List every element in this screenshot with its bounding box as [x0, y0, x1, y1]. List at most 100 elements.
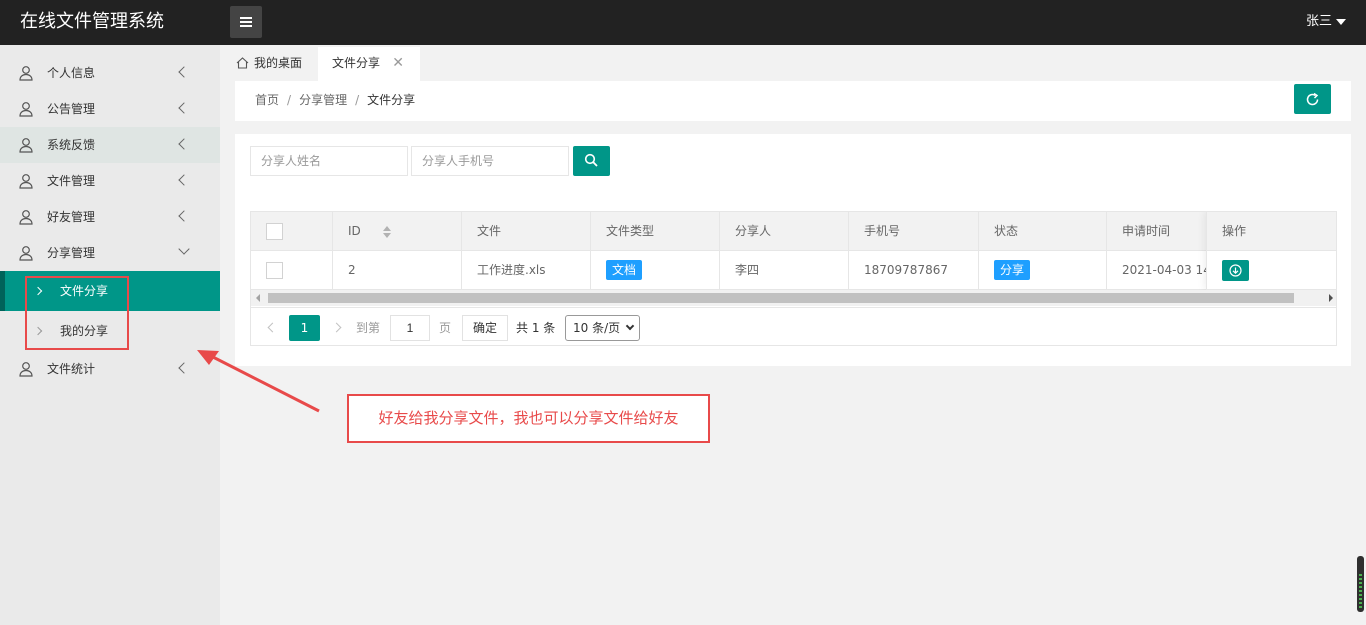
sidebar-item-label: 好友管理 — [47, 210, 96, 224]
user-name: 张三 — [1305, 14, 1332, 29]
sidebar-item-label: 个人信息 — [47, 66, 96, 80]
user-icon — [19, 210, 33, 225]
search-icon — [584, 153, 598, 167]
user-icon — [19, 138, 33, 153]
header-status: 状态 — [979, 212, 1107, 251]
tab-bar: 我的桌面 文件分享 ✕ — [220, 45, 1366, 81]
home-icon — [236, 57, 249, 69]
user-icon — [19, 362, 33, 377]
user-menu[interactable]: 张三 — [1306, 0, 1346, 43]
menu-toggle-button[interactable] — [230, 6, 262, 38]
breadcrumb-current: 文件分享 — [367, 93, 416, 107]
cell-apply-time: 2021-04-03 14:... — [1107, 251, 1217, 290]
close-icon[interactable]: ✕ — [392, 47, 404, 79]
sidebar-item-share-management[interactable]: 分享管理 — [0, 235, 220, 271]
annotation-arrow-icon — [197, 350, 320, 413]
breadcrumb-bar: 首页 / 分享管理 / 文件分享 — [235, 81, 1351, 121]
highlight-box — [25, 276, 129, 350]
header-actions: 操作 — [1207, 212, 1336, 251]
app-title: 在线文件管理系统 — [20, 11, 164, 32]
current-page[interactable]: 1 — [289, 315, 320, 341]
sidebar-item-feedback[interactable]: 系统反馈 — [0, 127, 220, 163]
sidebar-item-personal-info[interactable]: 个人信息 — [0, 55, 220, 91]
download-button[interactable] — [1222, 260, 1249, 281]
scroll-right-icon[interactable] — [1329, 294, 1333, 302]
chevron-down-icon — [178, 243, 190, 255]
search-button[interactable] — [573, 146, 610, 176]
header-apply-time: 申请时间 — [1107, 212, 1217, 251]
header-select-all — [251, 212, 333, 251]
pagination: 1 到第 1 页 确定 共 1 条 10 条/页 — [251, 307, 1336, 345]
vertical-scrollbar[interactable] — [1357, 556, 1364, 612]
sidebar-item-label: 文件管理 — [47, 174, 96, 188]
user-icon — [19, 102, 33, 117]
chevron-left-icon — [178, 138, 190, 150]
scroll-left-icon[interactable] — [256, 294, 260, 302]
breadcrumb-share-management[interactable]: 分享管理 — [299, 93, 347, 107]
tab-label: 文件分享 — [332, 56, 381, 70]
sort-icon[interactable] — [383, 226, 391, 238]
chevron-left-icon — [178, 66, 190, 78]
row-checkbox[interactable] — [266, 262, 283, 279]
select-all-checkbox[interactable] — [266, 223, 283, 240]
header-file-type: 文件类型 — [591, 212, 720, 251]
page-unit-label: 页 — [439, 321, 452, 335]
total-count: 共 1 条 — [516, 321, 556, 335]
goto-page-input[interactable]: 1 — [390, 315, 430, 341]
breadcrumb-separator: / — [355, 93, 360, 107]
horizontal-scrollbar[interactable] — [251, 290, 1336, 306]
cell-actions — [1207, 251, 1336, 290]
header-sharer: 分享人 — [720, 212, 849, 251]
row-select — [251, 251, 333, 290]
refresh-button[interactable] — [1294, 84, 1331, 114]
breadcrumb-home[interactable]: 首页 — [255, 93, 279, 107]
sidebar-item-label: 分享管理 — [47, 246, 96, 260]
prev-page-icon[interactable] — [267, 322, 278, 333]
scrollbar-thumb[interactable] — [268, 293, 1294, 303]
tab-desktop[interactable]: 我的桌面 — [230, 47, 318, 81]
table-header: ID 文件 文件类型 分享人 手机号 状态 申请时间 — [251, 212, 1336, 251]
download-icon — [1229, 264, 1242, 277]
fixed-action-column: 操作 — [1206, 212, 1336, 290]
cell-sharer: 李四 — [720, 251, 849, 290]
table-row: 2 工作进度.xls 文档 李四 18709787867 分享 2021-04-… — [251, 251, 1336, 290]
sharer-phone-input[interactable]: 分享人手机号 — [411, 146, 569, 176]
status-badge: 分享 — [994, 260, 1031, 280]
user-icon — [19, 174, 33, 189]
sidebar-item-label: 公告管理 — [47, 102, 96, 116]
sidebar-item-label: 系统反馈 — [47, 138, 96, 152]
confirm-button[interactable]: 确定 — [462, 315, 508, 341]
cell-file: 工作进度.xls — [462, 251, 591, 290]
cell-status: 分享 — [979, 251, 1107, 290]
main-card: 分享人姓名 分享人手机号 ID 文件 文件类型 分享人 手机号 状态 申请时间 … — [235, 134, 1351, 366]
tab-file-share[interactable]: 文件分享 ✕ — [318, 47, 420, 81]
sidebar-item-friends[interactable]: 好友管理 — [0, 199, 220, 235]
page-size-select[interactable]: 10 条/页 — [565, 315, 640, 341]
next-page-icon[interactable] — [331, 322, 342, 333]
type-badge: 文档 — [606, 260, 643, 280]
sidebar-item-file-statistics[interactable]: 文件统计 — [0, 351, 220, 387]
caret-down-icon — [1336, 18, 1346, 25]
chevron-left-icon — [178, 174, 190, 186]
sidebar-item-announcements[interactable]: 公告管理 — [0, 91, 220, 127]
goto-label: 到第 — [356, 321, 381, 335]
chevron-left-icon — [178, 362, 190, 374]
share-table: ID 文件 文件类型 分享人 手机号 状态 申请时间 2 工作进度.xls 文档… — [250, 211, 1337, 346]
breadcrumb-separator: / — [287, 93, 292, 107]
sidebar-item-file-management[interactable]: 文件管理 — [0, 163, 220, 199]
chevron-left-icon — [178, 102, 190, 114]
sharer-name-input[interactable]: 分享人姓名 — [250, 146, 408, 176]
tab-label: 我的桌面 — [254, 56, 303, 70]
user-icon — [19, 66, 33, 81]
top-header: 在线文件管理系统 张三 — [0, 0, 1366, 45]
refresh-icon — [1306, 92, 1319, 106]
cell-phone: 18709787867 — [849, 251, 979, 290]
sidebar-item-label: 文件统计 — [47, 362, 96, 376]
user-icon — [19, 246, 33, 261]
cell-id: 2 — [333, 251, 462, 290]
chevron-down-icon — [625, 321, 635, 331]
breadcrumb: 首页 / 分享管理 / 文件分享 — [255, 81, 415, 119]
header-file: 文件 — [462, 212, 591, 251]
header-id[interactable]: ID — [333, 212, 462, 251]
header-phone: 手机号 — [849, 212, 979, 251]
